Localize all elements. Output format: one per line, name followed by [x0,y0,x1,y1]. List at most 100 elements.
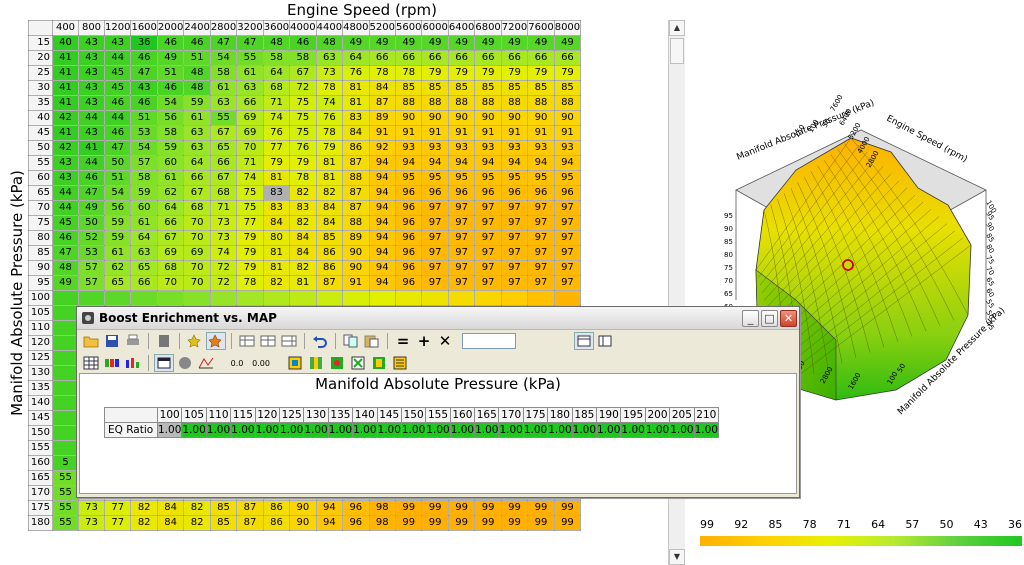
table-cell[interactable]: 86 [262,500,291,516]
table-cell[interactable]: 63 [315,50,344,66]
table-cell[interactable]: 48 [183,65,211,81]
kpa-header[interactable]: 35 [28,95,53,111]
table-cell[interactable]: 76 [262,125,291,141]
rpm-header[interactable]: 6400 [447,20,476,36]
boost-column-header[interactable]: 175 [522,407,549,423]
table-cell[interactable]: 88 [500,95,529,111]
table-cell[interactable]: 57 [130,155,158,171]
table-cell[interactable] [209,290,238,306]
table-cell[interactable]: 85 [394,80,423,96]
table-cell[interactable]: 91 [474,125,502,141]
rpm-header[interactable]: 2000 [156,20,185,36]
table-cell[interactable]: 93 [527,140,555,156]
table-cell[interactable]: 81 [262,170,291,186]
table-cell[interactable]: 89 [368,110,396,126]
rpm-header[interactable]: 2400 [183,20,211,36]
table-cell[interactable]: 82 [289,260,317,276]
table-cell[interactable]: 73 [315,65,344,81]
star-wand-active-icon[interactable] [206,332,226,350]
table-cell[interactable]: 51 [103,170,132,186]
table-cell[interactable]: 97 [474,275,502,291]
table-cell[interactable]: 62 [103,260,132,276]
table-cell[interactable]: 94 [474,155,502,171]
table-cell[interactable]: 43 [78,65,105,81]
table-cell[interactable]: 47 [52,245,79,261]
table-cell[interactable]: 97 [500,230,529,246]
table-cell[interactable]: 79 [236,245,264,261]
table-cell[interactable]: 99 [447,515,476,531]
table-cell[interactable]: 56 [156,110,185,126]
kpa-header[interactable]: 140 [28,395,53,411]
table-cell[interactable]: 67 [209,125,238,141]
table-cell[interactable]: 61 [130,215,158,231]
table-cell[interactable]: 82 [130,500,158,516]
table-cell[interactable]: 46 [130,95,158,111]
table-cell[interactable]: 90 [342,260,370,276]
table-cell[interactable]: 79 [262,155,291,171]
table-cell[interactable]: 49 [500,35,529,51]
table-cell[interactable]: 96 [394,200,423,216]
table-cell[interactable]: 69 [236,110,264,126]
boost-value-cell[interactable]: 1.00 [181,422,207,438]
table-cell[interactable]: 44 [78,110,105,126]
table-cell[interactable] [52,380,79,396]
table-cell[interactable]: 94 [368,170,396,186]
boost-column-header[interactable]: 190 [596,407,622,423]
table-cell[interactable]: 79 [315,140,344,156]
table-cell[interactable]: 97 [421,215,449,231]
table-cell[interactable]: 91 [553,125,582,141]
kpa-header[interactable]: 90 [28,260,53,276]
table-cell[interactable]: 45 [103,80,132,96]
table-cell[interactable]: 91 [342,275,370,291]
boost-value-cell[interactable]: 1.00 [278,422,305,438]
table-cell[interactable]: 44 [103,50,132,66]
table-cell[interactable]: 82 [130,515,158,531]
auto-tune-icon[interactable] [348,354,368,372]
kpa-header[interactable]: 45 [28,125,53,141]
table-cell[interactable]: 67 [289,65,317,81]
table-cell[interactable]: 92 [368,140,396,156]
table-cell[interactable]: 66 [130,275,158,291]
table-cell[interactable]: 79 [289,155,317,171]
table-cell[interactable]: 95 [394,170,423,186]
table-cell[interactable]: 90 [447,110,476,126]
table-cell[interactable]: 96 [342,515,370,531]
table-cell[interactable]: 79 [236,260,264,276]
table-cell[interactable]: 95 [500,170,529,186]
table-cell[interactable]: 50 [103,155,132,171]
table-cell[interactable]: 85 [527,80,555,96]
rpm-header[interactable]: 4800 [342,20,370,36]
table-fill-icon[interactable] [258,332,278,350]
table-cell[interactable]: 49 [447,35,476,51]
table-cell[interactable]: 91 [394,125,423,141]
table-cell[interactable]: 89 [342,230,370,246]
kpa-header[interactable]: 25 [28,65,53,81]
table-cell[interactable]: 41 [52,95,79,111]
table-cell[interactable]: 70 [156,275,185,291]
boost-column-header[interactable]: 145 [376,407,402,423]
table-select-icon[interactable] [237,332,257,350]
table-cell[interactable]: 41 [78,140,105,156]
table-cell[interactable]: 66 [394,50,423,66]
table-cell[interactable]: 97 [527,260,555,276]
table-cell[interactable] [315,290,344,306]
table-cell[interactable]: 75 [289,95,317,111]
rpm-header[interactable]: 400 [52,20,79,36]
table-cell[interactable]: 84 [262,215,291,231]
table-cell[interactable]: 86 [315,260,344,276]
table-cell[interactable]: 47 [236,35,264,51]
table-cell[interactable]: 99 [553,500,582,516]
table-cell[interactable]: 43 [103,35,132,51]
table-cell[interactable]: 99 [474,515,502,531]
table-cell[interactable]: 47 [78,185,105,201]
table-cell[interactable]: 94 [500,155,529,171]
table-cell[interactable]: 63 [183,125,211,141]
table-cell[interactable]: 97 [421,200,449,216]
boost-column-header[interactable]: 165 [474,407,500,423]
table-cell[interactable]: 97 [553,200,582,216]
table-cell[interactable]: 49 [421,35,449,51]
boost-value-cell[interactable]: 1.00 [596,422,622,438]
table-cell[interactable]: 96 [394,245,423,261]
table-cell[interactable]: 79 [421,65,449,81]
kpa-header[interactable]: 20 [28,50,53,66]
